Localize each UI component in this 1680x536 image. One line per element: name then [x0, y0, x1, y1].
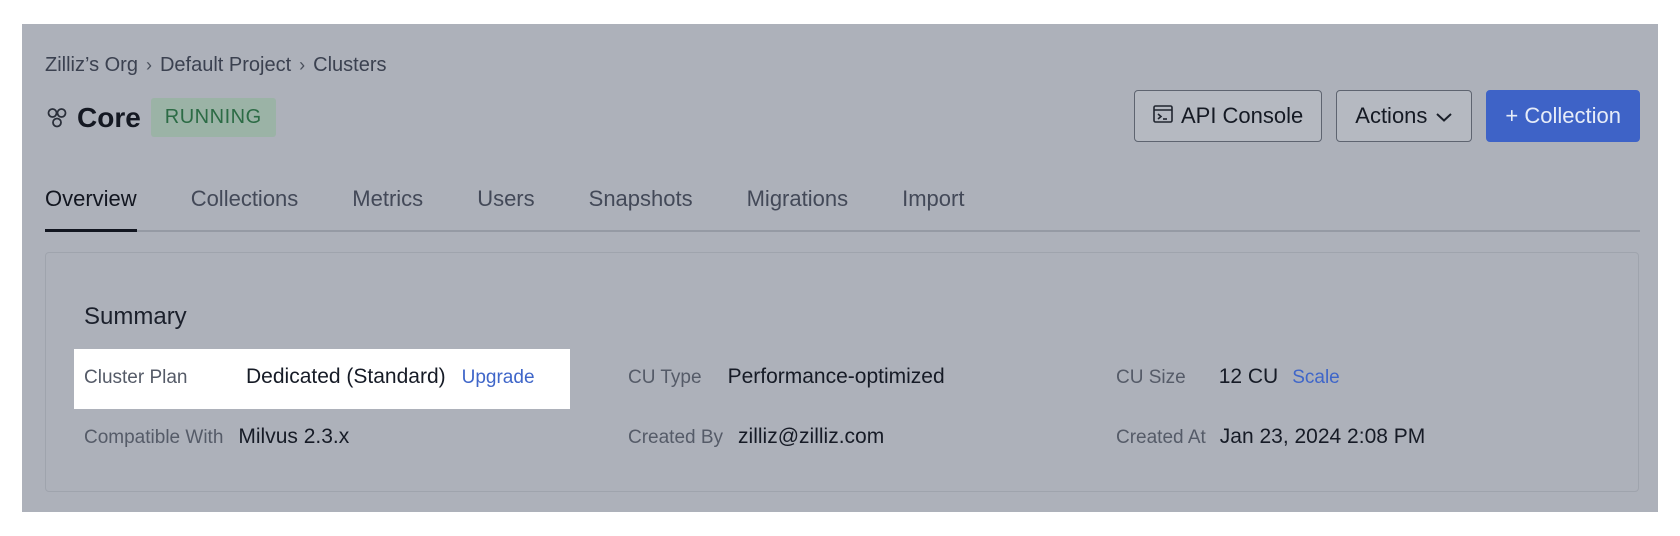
breadcrumb-org[interactable]: Zilliz’s Org: [45, 54, 138, 77]
compatible-with-value: Milvus 2.3.x: [238, 425, 350, 448]
tab-overview[interactable]: Overview: [45, 184, 137, 232]
tab-import[interactable]: Import: [902, 184, 964, 228]
page-overlay: Zilliz’s Org › Default Project › Cluster…: [22, 24, 1658, 512]
breadcrumb-separator: ›: [299, 55, 306, 75]
cu-size-value: 12 CU: [1218, 365, 1279, 388]
breadcrumb-clusters[interactable]: Clusters: [313, 54, 386, 77]
cluster-plan-value: Dedicated (Standard): [246, 365, 446, 388]
cu-type-field: CU Type Performance-optimized: [628, 365, 945, 389]
status-badge: RUNNING: [150, 98, 276, 137]
breadcrumb: Zilliz’s Org › Default Project › Cluster…: [45, 54, 387, 77]
api-console-label: API Console: [1180, 103, 1304, 128]
compatible-with-label: Compatible With: [84, 427, 224, 448]
tab-bar: Overview Collections Metrics Users Snaps…: [45, 184, 1640, 232]
terminal-icon: [1153, 103, 1173, 129]
created-at-label: Created At: [1116, 427, 1206, 448]
api-console-button[interactable]: API Console: [1133, 90, 1323, 142]
cluster-icon: [45, 106, 69, 130]
add-collection-button[interactable]: + Collection: [1486, 90, 1640, 142]
created-by-field: Created By zilliz@zilliz.com: [628, 425, 884, 449]
cu-size-label: CU Size: [1116, 367, 1186, 388]
tab-metrics[interactable]: Metrics: [352, 184, 423, 228]
created-by-value: zilliz@zilliz.com: [738, 425, 885, 448]
breadcrumb-project[interactable]: Default Project: [160, 54, 291, 77]
chevron-down-icon: [1435, 103, 1453, 129]
add-collection-label: + Collection: [1505, 103, 1621, 128]
cu-type-value: Performance-optimized: [727, 365, 945, 388]
cu-size-field: CU Size 12 CU Scale: [1116, 365, 1340, 389]
cluster-header: Core RUNNING: [45, 98, 276, 137]
tab-collections[interactable]: Collections: [191, 184, 299, 228]
breadcrumb-separator: ›: [145, 55, 152, 75]
created-by-label: Created By: [628, 427, 724, 448]
cluster-plan-field: Cluster Plan Dedicated (Standard) Upgrad…: [84, 365, 535, 389]
upgrade-link[interactable]: Upgrade: [462, 367, 535, 389]
tab-snapshots[interactable]: Snapshots: [589, 184, 693, 228]
scale-link[interactable]: Scale: [1292, 367, 1340, 389]
summary-card: Summary Cluster Plan Dedicated (Standard…: [45, 252, 1639, 492]
page-title: Core: [77, 101, 141, 133]
actions-dropdown-button[interactable]: Actions: [1336, 90, 1473, 142]
created-at-value: Jan 23, 2024 2:08 PM: [1219, 425, 1426, 448]
header-actions: API Console Actions + Collection: [1133, 90, 1640, 142]
created-at-field: Created At Jan 23, 2024 2:08 PM: [1116, 425, 1425, 449]
compatible-with-field: Compatible With Milvus 2.3.x: [84, 425, 349, 449]
actions-label: Actions: [1355, 103, 1428, 128]
tab-users[interactable]: Users: [477, 184, 534, 228]
cluster-plan-label: Cluster Plan: [84, 367, 188, 388]
cu-type-label: CU Type: [628, 367, 702, 388]
tab-migrations[interactable]: Migrations: [747, 184, 848, 228]
summary-title: Summary: [84, 303, 187, 330]
